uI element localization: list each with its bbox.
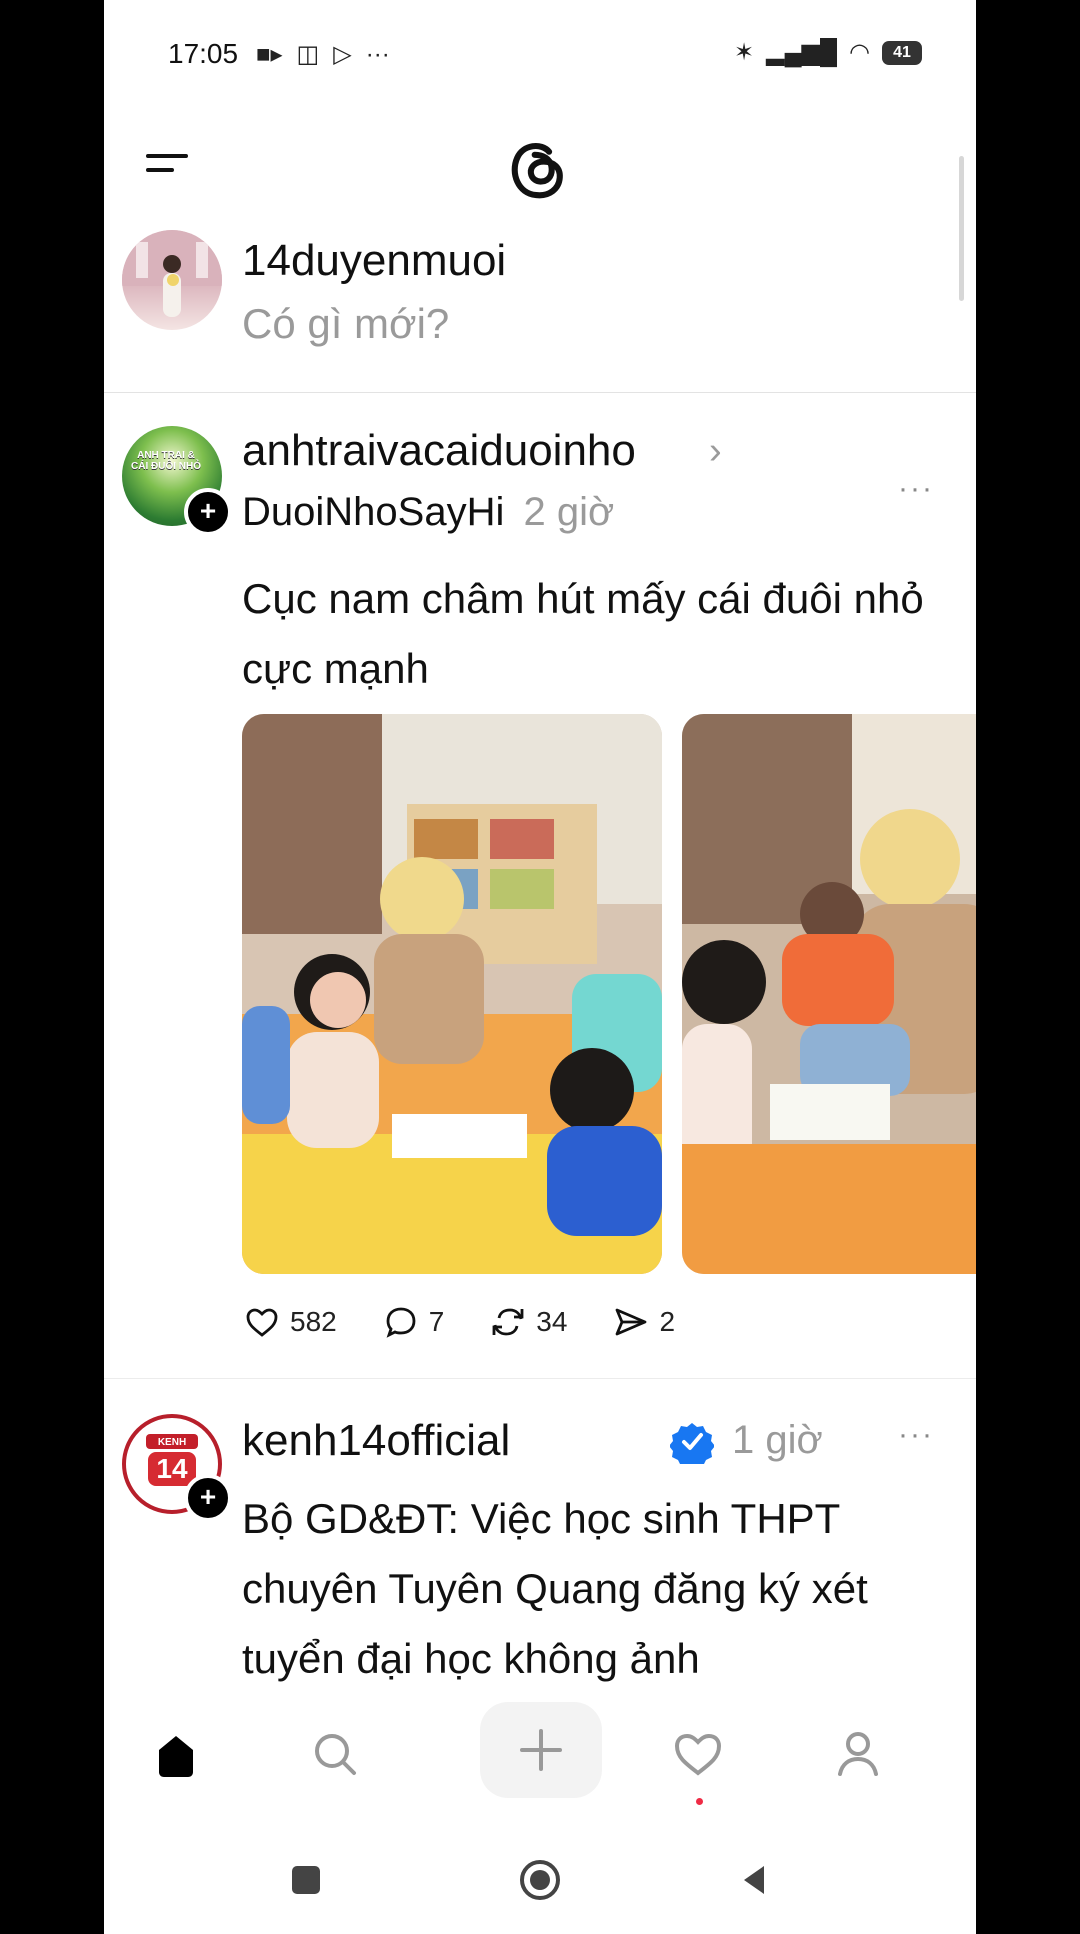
heart-icon bbox=[246, 1308, 278, 1337]
post-username[interactable]: anhtraivacaiduoinho bbox=[242, 426, 636, 476]
image-carousel[interactable] bbox=[242, 714, 976, 1274]
status-time: 17:05 bbox=[168, 38, 239, 69]
user-avatar-image bbox=[122, 230, 222, 317]
square-icon bbox=[292, 1866, 320, 1894]
send-icon bbox=[616, 1308, 647, 1336]
wifi-icon: ◠ bbox=[849, 39, 870, 66]
post-meta: DuoiNhoSayHi 2 giờ bbox=[242, 490, 614, 535]
tab-create[interactable] bbox=[480, 1702, 602, 1798]
comment-count: 7 bbox=[428, 1306, 445, 1337]
post-image[interactable] bbox=[682, 714, 976, 1274]
signal-icon: ▂▄▆█ bbox=[766, 39, 838, 66]
plus-icon bbox=[520, 1729, 562, 1771]
bluetooth-icon: ✶ bbox=[734, 39, 755, 66]
tab-activity[interactable] bbox=[648, 1710, 748, 1800]
more-status-icon: ··· bbox=[365, 40, 390, 68]
threads-logo[interactable] bbox=[502, 130, 578, 210]
post-card: ANH TRAI & CÁI ĐUÔI NHỎ + anhtraivacaidu… bbox=[104, 392, 976, 1379]
profile-icon bbox=[838, 1732, 878, 1776]
shopping-bag-icon: ◫ bbox=[296, 41, 320, 68]
tab-search[interactable] bbox=[286, 1710, 386, 1800]
back-button[interactable] bbox=[724, 1850, 784, 1910]
comment-icon bbox=[386, 1307, 416, 1338]
post-image-illustration bbox=[682, 714, 976, 1274]
community-name[interactable]: DuoiNhoSayHi bbox=[242, 490, 504, 534]
video-icon: ■▸ bbox=[256, 41, 283, 68]
back-icon bbox=[744, 1866, 764, 1894]
play-icon: ▷ bbox=[333, 41, 352, 68]
battery-icon: 41 bbox=[882, 40, 922, 65]
menu-icon[interactable] bbox=[146, 154, 188, 186]
share-button[interactable]: 2 bbox=[611, 1302, 675, 1342]
post-time: 2 giờ bbox=[523, 490, 615, 534]
status-right-icons: ✶ ▂▄▆█ ◠ 41 bbox=[734, 38, 922, 67]
post-caption[interactable]: Cục nam châm hút mấy cái đuôi nhỏ cực mạ… bbox=[242, 564, 932, 704]
more-options-icon[interactable]: ··· bbox=[898, 472, 934, 506]
svg-text:KENH: KENH bbox=[158, 1437, 186, 1448]
status-left-icons: ■▸ ◫ ▷ ··· bbox=[256, 40, 390, 69]
heart-icon bbox=[674, 1733, 722, 1776]
home-icon bbox=[159, 1736, 193, 1777]
svg-text:14: 14 bbox=[156, 1453, 188, 1484]
recent-apps-button[interactable] bbox=[276, 1850, 336, 1910]
more-options-icon[interactable]: ··· bbox=[898, 1418, 934, 1452]
notification-dot bbox=[696, 1798, 703, 1805]
top-bar bbox=[104, 120, 976, 220]
user-avatar[interactable] bbox=[122, 230, 222, 330]
status-bar: 17:05 ■▸ ◫ ▷ ··· ✶ ▂▄▆█ ◠ 41 bbox=[104, 0, 976, 110]
post-actions: 582 7 34 2 bbox=[242, 1302, 719, 1342]
system-navigation bbox=[104, 1820, 976, 1934]
repost-count: 34 bbox=[536, 1306, 568, 1337]
search-icon bbox=[315, 1734, 356, 1775]
post-time: 1 giờ bbox=[732, 1418, 823, 1462]
avatar-logo-text: ANH TRAI & CÁI ĐUÔI NHỎ bbox=[131, 450, 201, 472]
home-button[interactable] bbox=[510, 1850, 570, 1910]
post-username[interactable]: kenh14official bbox=[242, 1416, 510, 1466]
chevron-right-icon[interactable]: › bbox=[709, 430, 722, 473]
post-image[interactable] bbox=[242, 714, 662, 1274]
tab-home[interactable] bbox=[126, 1710, 226, 1800]
repost-button[interactable]: 34 bbox=[488, 1302, 567, 1342]
follow-icon[interactable]: + bbox=[184, 1474, 232, 1522]
like-button[interactable]: 582 bbox=[242, 1302, 337, 1342]
like-count: 582 bbox=[290, 1306, 337, 1337]
composer[interactable]: 14duyenmuoi Có gì mới? bbox=[104, 220, 976, 393]
repost-icon bbox=[492, 1308, 524, 1336]
composer-placeholder[interactable]: Có gì mới? bbox=[242, 300, 449, 348]
comment-button[interactable]: 7 bbox=[381, 1302, 445, 1342]
share-count: 2 bbox=[659, 1306, 676, 1337]
verified-icon bbox=[670, 1423, 714, 1464]
circle-icon bbox=[520, 1860, 560, 1900]
screen: 17:05 ■▸ ◫ ▷ ··· ✶ ▂▄▆█ ◠ 41 14duyenmuoi… bbox=[104, 0, 976, 1934]
follow-icon[interactable]: + bbox=[184, 488, 232, 536]
composer-username: 14duyenmuoi bbox=[242, 236, 507, 285]
tab-profile[interactable] bbox=[808, 1710, 908, 1800]
post-caption[interactable]: Bộ GD&ĐT: Việc học sinh THPT chuyên Tuyê… bbox=[242, 1484, 932, 1694]
bottom-navigation bbox=[104, 1700, 976, 1810]
post-image-illustration bbox=[242, 714, 662, 1274]
